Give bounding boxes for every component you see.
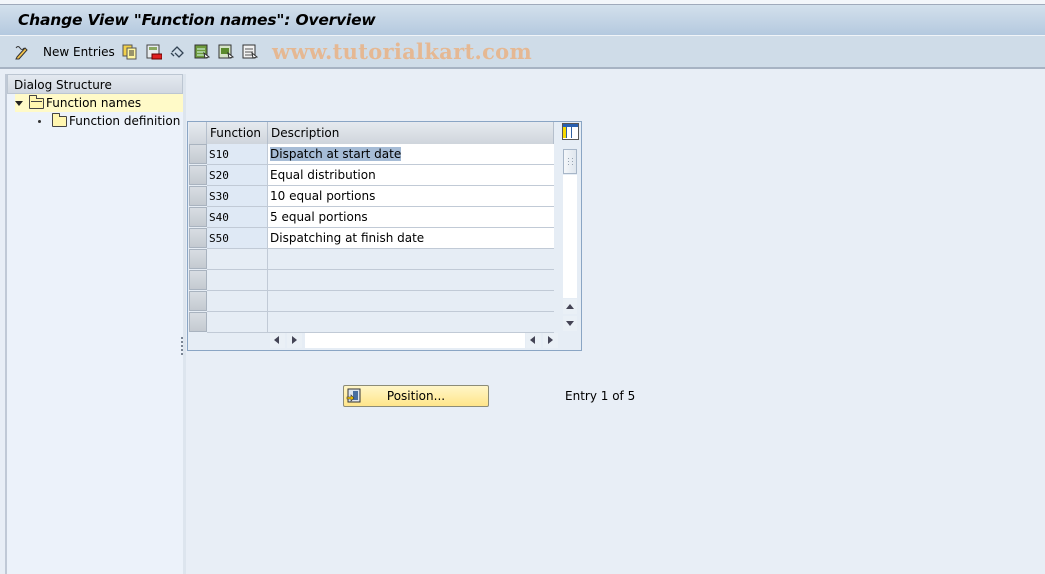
scroll-right-button-col1[interactable] <box>287 333 302 348</box>
splitter-grip-icon[interactable] <box>181 337 184 355</box>
new-entries-button[interactable]: New Entries <box>43 43 115 61</box>
horizontal-scroll-track[interactable] <box>305 333 525 348</box>
tree-node-label: Function names <box>46 96 142 110</box>
cell-description[interactable]: 5 equal portions <box>268 207 554 228</box>
row-selector[interactable] <box>189 207 207 227</box>
vertical-scrollbar[interactable] <box>562 147 578 331</box>
column-header-function[interactable]: Function <box>207 122 268 144</box>
cell-description[interactable]: Equal distribution <box>268 165 554 186</box>
bullet-icon <box>38 119 41 123</box>
tree-node-label: Function definition <box>69 114 181 128</box>
folder-open-icon <box>29 94 44 109</box>
select-all-button[interactable] <box>194 43 210 61</box>
select-block-icon <box>218 44 234 59</box>
folder-icon <box>52 112 67 127</box>
undo-change-icon <box>170 46 184 58</box>
row-selector[interactable] <box>189 249 207 269</box>
copy-icon <box>122 44 137 60</box>
arrow-left-icon <box>274 336 279 344</box>
arrow-right-icon <box>292 336 297 344</box>
copy-button[interactable] <box>122 43 138 61</box>
display-change-icon <box>15 46 28 60</box>
display-change-button[interactable] <box>14 43 30 61</box>
scroll-up-button[interactable] <box>563 299 577 314</box>
empty-cell <box>207 312 268 333</box>
undo-change-button[interactable] <box>170 43 186 61</box>
column-header-description[interactable]: Description <box>268 122 554 144</box>
description-text: Dispatch at start date <box>270 147 402 161</box>
scroll-right-button[interactable] <box>543 333 558 348</box>
cell-description[interactable]: Dispatch at start date <box>268 144 554 165</box>
description-text: 10 equal portions <box>270 189 376 203</box>
cell-description[interactable]: Dispatching at finish date <box>268 228 554 249</box>
arrow-right-icon <box>548 336 553 344</box>
row-selector[interactable] <box>189 270 207 290</box>
cell-description[interactable]: 10 equal portions <box>268 186 554 207</box>
empty-cell <box>268 312 554 333</box>
new-entries-label: New Entries <box>43 45 115 59</box>
description-text: Equal distribution <box>270 168 376 182</box>
empty-cell <box>207 291 268 312</box>
arrow-up-icon <box>566 304 574 309</box>
delete-button[interactable] <box>146 43 162 61</box>
row-selector[interactable] <box>189 228 207 248</box>
row-selector[interactable] <box>189 144 207 164</box>
cell-function[interactable]: S20 <box>207 165 268 186</box>
vertical-scroll-thumb[interactable] <box>563 149 577 174</box>
title-bar: Change View "Function names": Overview <box>0 5 1045 36</box>
cell-function[interactable]: S30 <box>207 186 268 207</box>
row-selector[interactable] <box>189 186 207 206</box>
select-all-icon <box>194 44 210 59</box>
function-names-table: Function Description S10 Dispatch at star… <box>187 121 582 351</box>
select-block-button[interactable] <box>218 43 234 61</box>
position-button-label: Position... <box>386 389 446 403</box>
arrow-down-icon <box>566 321 574 326</box>
column-config-icon <box>563 127 567 138</box>
description-text: Dispatching at finish date <box>270 231 425 245</box>
entry-count-status: Entry 1 of 5 <box>565 389 636 403</box>
position-button[interactable]: Position... <box>343 385 489 407</box>
row-selector[interactable] <box>189 312 207 332</box>
empty-cell <box>268 270 554 291</box>
deselect-all-icon <box>242 44 258 59</box>
row-selector[interactable] <box>189 291 207 311</box>
arrow-left-icon <box>530 336 535 344</box>
scroll-left-button[interactable] <box>526 333 541 348</box>
cell-function[interactable]: S50 <box>207 228 268 249</box>
description-text: 5 equal portions <box>270 210 368 224</box>
column-configuration-button[interactable] <box>562 123 579 140</box>
dialog-structure-header: Dialog Structure <box>7 74 183 94</box>
watermark-text: www.tutorialkart.com <box>272 39 532 64</box>
empty-cell <box>268 249 554 270</box>
deselect-all-button[interactable] <box>242 43 258 61</box>
empty-cell <box>207 249 268 270</box>
vertical-scroll-track[interactable] <box>563 175 577 298</box>
tree-node-function-names[interactable]: Function names <box>15 94 183 112</box>
page-title: Change View "Function names": Overview <box>18 11 376 29</box>
cell-function[interactable]: S40 <box>207 207 268 228</box>
empty-cell <box>207 270 268 291</box>
cell-function[interactable]: S10 <box>207 144 268 165</box>
dialog-structure-panel: Dialog Structure Function names Function… <box>5 74 186 574</box>
tree-node-function-definition[interactable]: Function definition <box>38 112 183 130</box>
select-all-rows-header[interactable] <box>189 122 207 144</box>
delete-icon <box>146 44 162 60</box>
panel-splitter[interactable] <box>183 74 186 574</box>
row-selector[interactable] <box>189 165 207 185</box>
expand-triangle-icon[interactable] <box>15 100 23 106</box>
scroll-left-button-col1[interactable] <box>270 333 285 348</box>
empty-cell <box>268 291 554 312</box>
scroll-down-button[interactable] <box>563 316 577 331</box>
